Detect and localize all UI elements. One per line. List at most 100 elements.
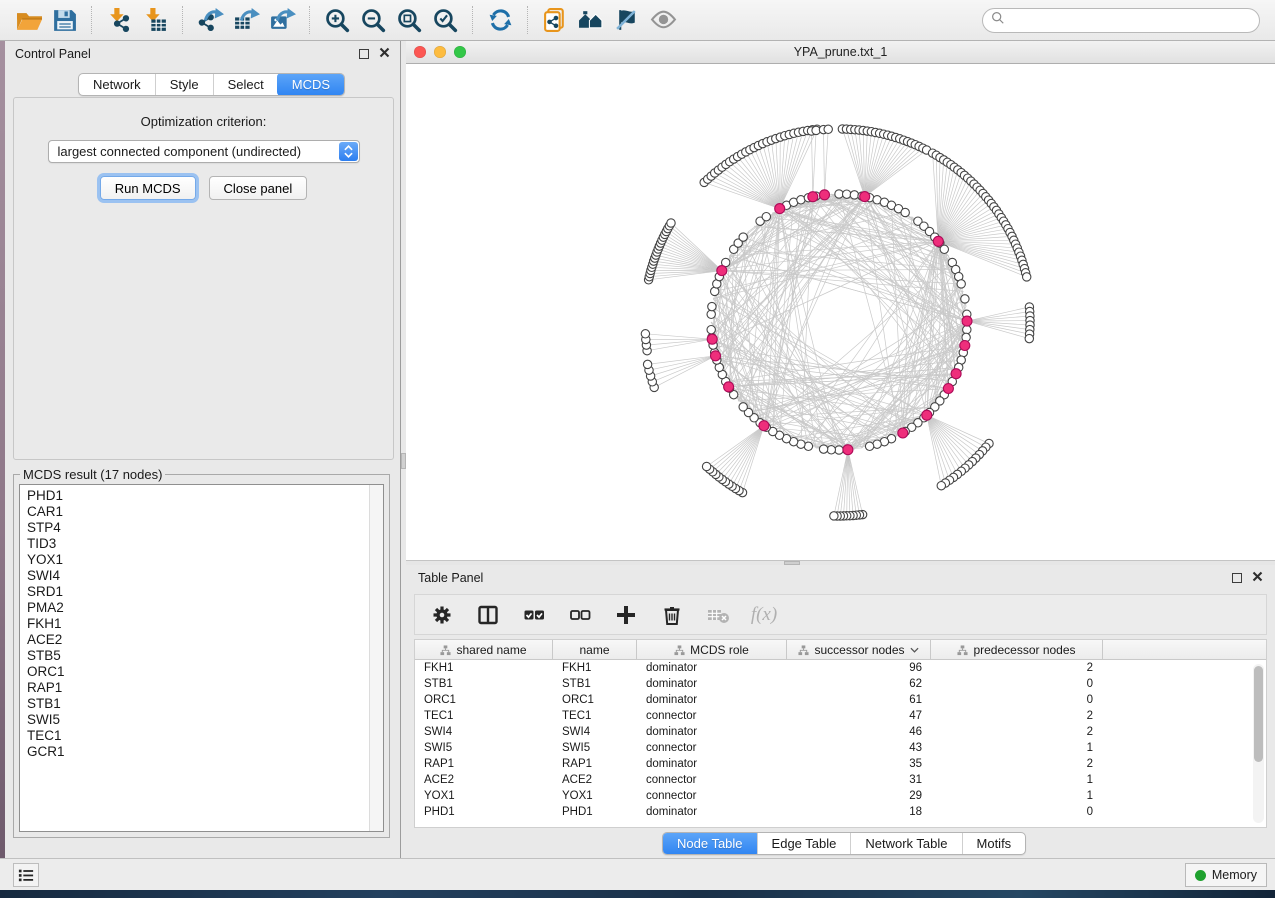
table-row[interactable]: FKH1FKH1dominator962 [415, 660, 1266, 676]
graph-hub-node[interactable] [843, 445, 853, 455]
cell-shared-name[interactable]: PHD1 [415, 806, 553, 818]
cell-successor-nodes[interactable]: 35 [787, 758, 931, 770]
cell-name[interactable]: PHD1 [553, 806, 637, 818]
table-row[interactable]: TEC1TEC1connector472 [415, 708, 1266, 724]
cell-shared-name[interactable]: STB1 [415, 678, 553, 690]
open-file-button[interactable] [10, 3, 46, 37]
cell-shared-name[interactable]: TEC1 [415, 710, 553, 722]
graph-hub-node[interactable] [711, 351, 721, 361]
column-header-shared-name[interactable]: shared name [415, 640, 553, 660]
close-panel-icon[interactable] [1252, 571, 1263, 585]
float-panel-icon[interactable] [1232, 573, 1242, 583]
graph-hub-node[interactable] [933, 236, 943, 246]
cell-predecessor-nodes[interactable]: 0 [931, 806, 1103, 818]
mcds-result-item[interactable]: TID3 [27, 536, 383, 552]
graph-hub-node[interactable] [943, 384, 953, 394]
graph-node[interactable] [835, 446, 843, 454]
graph-leaf-node[interactable] [667, 219, 675, 227]
table-row[interactable]: SWI5SWI5connector431 [415, 740, 1266, 756]
mcds-result-item[interactable]: PHD1 [27, 488, 383, 504]
mcds-result-item[interactable]: SWI5 [27, 712, 383, 728]
tab-network[interactable]: Network [79, 74, 155, 95]
graph-node[interactable] [708, 302, 716, 310]
zoom-selected-button[interactable] [427, 3, 463, 37]
column-view-button[interactable] [475, 602, 501, 628]
cell-predecessor-nodes[interactable]: 1 [931, 774, 1103, 786]
cell-shared-name[interactable]: FKH1 [415, 662, 553, 674]
cell-predecessor-nodes[interactable]: 2 [931, 662, 1103, 674]
cell-shared-name[interactable]: ORC1 [415, 694, 553, 706]
show-overview-button[interactable] [573, 3, 609, 37]
mcds-result-item[interactable]: FKH1 [27, 616, 383, 632]
column-header-MCDS-role[interactable]: MCDS role [637, 640, 787, 660]
cell-successor-nodes[interactable]: 18 [787, 806, 931, 818]
cell-predecessor-nodes[interactable]: 2 [931, 726, 1103, 738]
cell-predecessor-nodes[interactable]: 1 [931, 790, 1103, 802]
cell-shared-name[interactable]: SWI4 [415, 726, 553, 738]
cell-name[interactable]: ACE2 [553, 774, 637, 786]
graph-leaf-node[interactable] [824, 125, 832, 133]
cell-MCDS-role[interactable]: connector [637, 742, 787, 754]
graph-node[interactable] [762, 213, 770, 221]
cell-MCDS-role[interactable]: dominator [637, 758, 787, 770]
cell-shared-name[interactable]: RAP1 [415, 758, 553, 770]
graph-node[interactable] [739, 403, 747, 411]
tab-style[interactable]: Style [155, 74, 213, 95]
search-box[interactable] [982, 8, 1260, 33]
table-row[interactable]: YOX1YOX1connector291 [415, 788, 1266, 804]
cell-name[interactable]: TEC1 [553, 710, 637, 722]
graph-node[interactable] [819, 445, 827, 453]
deselect-all-rows-button[interactable] [567, 602, 593, 628]
table-row[interactable]: ACE2ACE2connector311 [415, 772, 1266, 788]
cell-MCDS-role[interactable]: dominator [637, 806, 787, 818]
graph-hub-node[interactable] [922, 410, 932, 420]
memory-button[interactable]: Memory [1185, 863, 1267, 887]
search-input[interactable] [1005, 13, 1251, 27]
cell-predecessor-nodes[interactable]: 1 [931, 742, 1103, 754]
mcds-list-scrollbar[interactable] [369, 485, 383, 831]
zoom-out-button[interactable] [355, 3, 391, 37]
graph-hub-node[interactable] [759, 421, 769, 431]
mcds-result-item[interactable]: STP4 [27, 520, 383, 536]
cell-successor-nodes[interactable]: 31 [787, 774, 931, 786]
cell-successor-nodes[interactable]: 61 [787, 694, 931, 706]
graph-node[interactable] [707, 326, 715, 334]
scrollbar-thumb[interactable] [1254, 666, 1263, 762]
mcds-result-item[interactable]: SWI4 [27, 568, 383, 584]
graph-hub-node[interactable] [860, 192, 870, 202]
cell-shared-name[interactable]: ACE2 [415, 774, 553, 786]
zoom-fit-button[interactable] [391, 3, 427, 37]
graph-leaf-node[interactable] [937, 482, 945, 490]
cell-name[interactable]: RAP1 [553, 758, 637, 770]
cell-name[interactable]: ORC1 [553, 694, 637, 706]
mcds-result-item[interactable]: TEC1 [27, 728, 383, 744]
graph-hub-node[interactable] [820, 190, 830, 200]
network-canvas[interactable] [406, 64, 1275, 560]
cell-predecessor-nodes[interactable]: 0 [931, 678, 1103, 690]
graph-hub-node[interactable] [707, 334, 717, 344]
network-from-file-button[interactable] [537, 3, 573, 37]
graph-hub-node[interactable] [717, 266, 727, 276]
visual-properties-button[interactable] [609, 3, 645, 37]
cell-MCDS-role[interactable]: dominator [637, 726, 787, 738]
graph-node[interactable] [940, 245, 948, 253]
graph-node[interactable] [843, 190, 851, 198]
cell-name[interactable]: STB1 [553, 678, 637, 690]
tab-motifs[interactable]: Motifs [962, 833, 1026, 854]
cell-MCDS-role[interactable]: dominator [637, 662, 787, 674]
graph-node[interactable] [963, 326, 971, 334]
import-network-button[interactable] [101, 3, 137, 37]
graph-node[interactable] [957, 280, 965, 288]
graph-node[interactable] [707, 310, 715, 318]
graph-node[interactable] [827, 446, 835, 454]
tab-network-table[interactable]: Network Table [850, 833, 961, 854]
graph-leaf-node[interactable] [643, 360, 651, 368]
cell-predecessor-nodes[interactable]: 2 [931, 758, 1103, 770]
table-row[interactable]: RAP1RAP1dominator352 [415, 756, 1266, 772]
cell-successor-nodes[interactable]: 29 [787, 790, 931, 802]
save-session-button[interactable] [46, 3, 82, 37]
graph-leaf-node[interactable] [702, 462, 710, 470]
cell-name[interactable]: SWI4 [553, 726, 637, 738]
cell-MCDS-role[interactable]: dominator [637, 678, 787, 690]
graph-hub-node[interactable] [960, 341, 970, 351]
